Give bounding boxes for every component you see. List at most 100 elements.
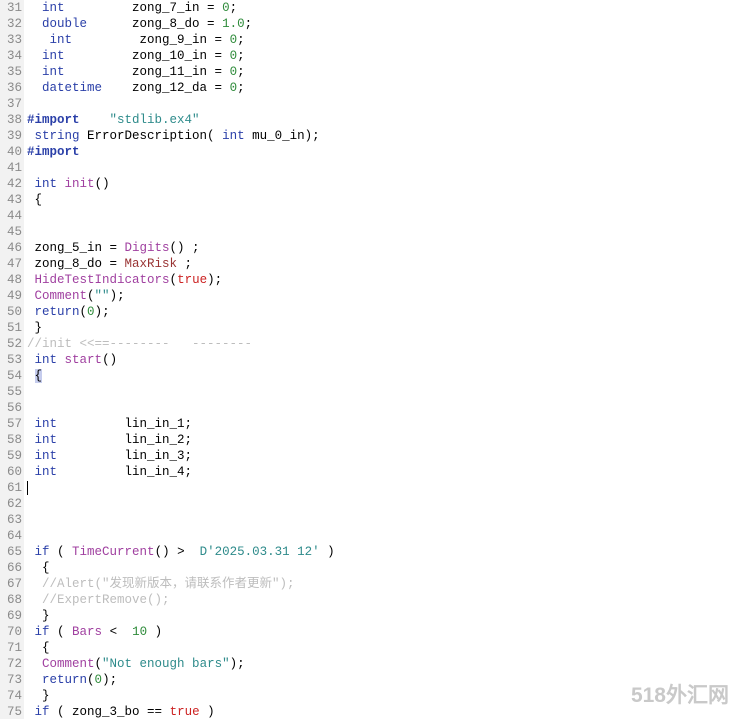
- line-text[interactable]: int zong_9_in = 0;: [27, 32, 245, 48]
- line-text[interactable]: int lin_in_1;: [27, 416, 193, 432]
- line-text[interactable]: {: [27, 640, 50, 656]
- line-text[interactable]: int zong_10_in = 0;: [27, 48, 245, 64]
- code-line[interactable]: 64: [0, 528, 735, 544]
- line-text[interactable]: int zong_11_in = 0;: [27, 64, 245, 80]
- code-line[interactable]: 39 string ErrorDescription( int mu_0_in)…: [0, 128, 735, 144]
- line-text[interactable]: int init(): [27, 176, 110, 192]
- line-number: 62: [6, 497, 22, 511]
- line-text[interactable]: }: [27, 688, 50, 704]
- line-text[interactable]: int lin_in_3;: [27, 448, 193, 464]
- code-token: HideTestIndicators: [34, 273, 170, 287]
- code-line[interactable]: 47 zong_8_do = MaxRisk ;: [0, 256, 735, 272]
- code-token: (): [102, 353, 118, 367]
- line-text[interactable]: #import: [27, 144, 80, 160]
- code-line[interactable]: 38 #import "stdlib.ex4": [0, 112, 735, 128]
- code-line[interactable]: 61: [0, 480, 735, 496]
- code-line[interactable]: 34 int zong_10_in = 0;: [0, 48, 735, 64]
- code-line[interactable]: 53 int start(): [0, 352, 735, 368]
- code-line[interactable]: 65 if ( TimeCurrent() > D'2025.03.31 12'…: [0, 544, 735, 560]
- code-line[interactable]: 57 int lin_in_1;: [0, 416, 735, 432]
- code-line[interactable]: 35 int zong_11_in = 0;: [0, 64, 735, 80]
- line-text[interactable]: return(0);: [27, 304, 110, 320]
- line-text[interactable]: string ErrorDescription( int mu_0_in);: [27, 128, 320, 144]
- code-token: ;: [237, 33, 245, 47]
- line-text[interactable]: int lin_in_4;: [27, 464, 193, 480]
- code-line[interactable]: 68 //ExpertRemove();: [0, 592, 735, 608]
- line-text[interactable]: #import "stdlib.ex4": [27, 112, 200, 128]
- code-line[interactable]: 32 double zong_8_do = 1.0;: [0, 16, 735, 32]
- line-text[interactable]: double zong_8_do = 1.0;: [27, 16, 252, 32]
- code-token: string: [34, 129, 80, 143]
- line-text[interactable]: return(0);: [27, 672, 117, 688]
- code-line[interactable]: 31 int zong_7_in = 0;: [0, 0, 735, 16]
- code-line[interactable]: 40 #import: [0, 144, 735, 160]
- code-line[interactable]: 37: [0, 96, 735, 112]
- code-line[interactable]: 43 {: [0, 192, 735, 208]
- code-line[interactable]: 71 {: [0, 640, 735, 656]
- code-editor[interactable]: 31 int zong_7_in = 0; 32 double zong_8_do…: [0, 0, 735, 719]
- code-line[interactable]: 59 int lin_in_3;: [0, 448, 735, 464]
- code-line[interactable]: 45: [0, 224, 735, 240]
- code-line[interactable]: 44: [0, 208, 735, 224]
- code-line[interactable]: 63: [0, 512, 735, 528]
- line-number: 71: [6, 641, 22, 655]
- line-text[interactable]: {: [27, 192, 43, 208]
- code-line[interactable]: 70 if ( Bars < 10 ): [0, 624, 735, 640]
- line-text[interactable]: if ( zong_3_bo == true ): [27, 704, 215, 719]
- line-text[interactable]: {: [27, 560, 50, 576]
- code-line[interactable]: 49 Comment("");: [0, 288, 735, 304]
- code-line[interactable]: 50 return(0);: [0, 304, 735, 320]
- code-line[interactable]: 73 return(0);: [0, 672, 735, 688]
- line-text[interactable]: }: [27, 320, 43, 336]
- line-text[interactable]: {: [27, 368, 43, 384]
- code-line[interactable]: 56: [0, 400, 735, 416]
- code-token: ): [147, 625, 163, 639]
- code-line[interactable]: 60 int lin_in_4;: [0, 464, 735, 480]
- code-line[interactable]: 74 }: [0, 688, 735, 704]
- line-text[interactable]: zong_8_do = MaxRisk ;: [27, 256, 193, 272]
- code-line[interactable]: 55: [0, 384, 735, 400]
- code-token: //ExpertRemove();: [27, 593, 170, 607]
- line-text[interactable]: int start(): [27, 352, 118, 368]
- line-text[interactable]: int lin_in_2;: [27, 432, 193, 448]
- code-line[interactable]: 72 Comment("Not enough bars");: [0, 656, 735, 672]
- code-token: "Not enough bars": [102, 657, 230, 671]
- code-token: }: [27, 321, 43, 335]
- code-line[interactable]: 36 datetime zong_12_da = 0;: [0, 80, 735, 96]
- line-text[interactable]: int zong_7_in = 0;: [27, 0, 237, 16]
- code-line[interactable]: 46 zong_5_in = Digits() ;: [0, 240, 735, 256]
- code-line[interactable]: 66 {: [0, 560, 735, 576]
- line-text[interactable]: //ExpertRemove();: [27, 592, 170, 608]
- code-line[interactable]: 54 {: [0, 368, 735, 384]
- code-line[interactable]: 69 }: [0, 608, 735, 624]
- line-text[interactable]: }: [27, 608, 50, 624]
- line-text[interactable]: if ( Bars < 10 ): [27, 624, 163, 640]
- code-token: (: [87, 673, 95, 687]
- line-text[interactable]: //Alert("发现新版本，请联系作者更新");: [27, 576, 295, 592]
- line-text[interactable]: datetime zong_12_da = 0;: [27, 80, 245, 96]
- code-line[interactable]: 75 if ( zong_3_bo == true ): [0, 704, 735, 719]
- code-line[interactable]: 42 int init(): [0, 176, 735, 192]
- code-line[interactable]: 51 }: [0, 320, 735, 336]
- code-token: (: [87, 289, 95, 303]
- code-token: //Alert("发现新版本，请联系作者更新");: [27, 577, 295, 591]
- code-line[interactable]: 41: [0, 160, 735, 176]
- code-token: );: [102, 673, 118, 687]
- code-line[interactable]: 48 HideTestIndicators(true);: [0, 272, 735, 288]
- code-line[interactable]: 33 int zong_9_in = 0;: [0, 32, 735, 48]
- line-text[interactable]: Comment("");: [27, 288, 125, 304]
- code-line[interactable]: 58 int lin_in_2;: [0, 432, 735, 448]
- line-text[interactable]: //init <<==-------- --------: [27, 336, 252, 352]
- code-line[interactable]: 52 //init <<==-------- --------: [0, 336, 735, 352]
- code-line[interactable]: 62: [0, 496, 735, 512]
- line-text[interactable]: Comment("Not enough bars");: [27, 656, 245, 672]
- code-token: ErrorDescription(: [79, 129, 223, 143]
- code-line[interactable]: 67 //Alert("发现新版本，请联系作者更新");: [0, 576, 735, 592]
- line-text[interactable]: zong_5_in = Digits() ;: [27, 240, 200, 256]
- line-text[interactable]: if ( TimeCurrent() > D'2025.03.31 12' ): [27, 544, 335, 560]
- line-text[interactable]: HideTestIndicators(true);: [27, 272, 223, 288]
- code-token: ;: [237, 49, 245, 63]
- code-token: Comment: [42, 657, 95, 671]
